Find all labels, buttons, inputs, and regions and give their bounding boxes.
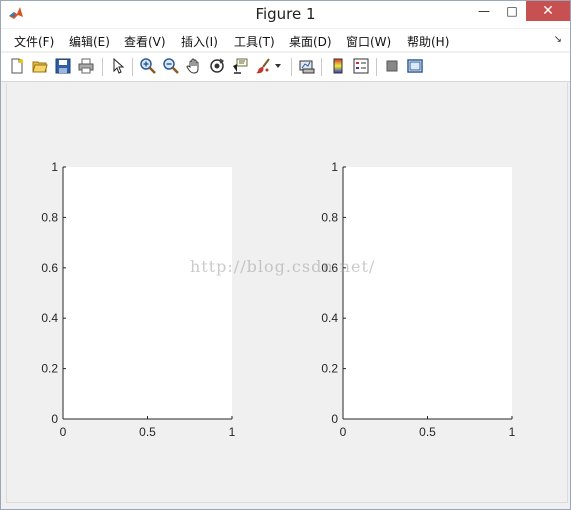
y-tick-label: 0.2	[321, 362, 338, 376]
toolbar-separator	[291, 58, 292, 76]
menu-bar: 文件(F) 编辑(E) 查看(V) 插入(I) 工具(T) 桌面(D) 窗口(W…	[1, 29, 570, 51]
legend-icon[interactable]	[352, 57, 370, 75]
minimize-button[interactable]: —	[469, 1, 499, 21]
y-tick-label: 0.2	[41, 362, 58, 376]
open-file-icon[interactable]	[31, 57, 49, 75]
new-figure-icon[interactable]	[8, 57, 26, 75]
x-tick-label: 0	[340, 425, 347, 439]
menu-file[interactable]: 文件(F)	[14, 33, 54, 50]
y-tick-label: 0.4	[321, 311, 338, 325]
y-tick-label: 0.4	[41, 311, 58, 325]
pointer-icon[interactable]	[109, 57, 127, 75]
x-tick-label: 1	[229, 425, 236, 439]
y-tick-label: 0.8	[41, 210, 58, 224]
figure-window: Figure 1 — □ ✕ 文件(F) 编辑(E) 查看(V) 插入(I) 工…	[0, 0, 571, 510]
colorbar-icon[interactable]	[329, 57, 347, 75]
menu-desktop[interactable]: 桌面(D)	[289, 33, 332, 50]
x-tick-label: 0.5	[139, 425, 156, 439]
pan-hand-icon[interactable]	[185, 57, 203, 75]
subplot-2[interactable]: 00.20.40.60.810 0.5 1	[321, 160, 515, 439]
subplot-1[interactable]: 0 0.2 0.4 0.6 0.8 1 0 0.5 1	[41, 160, 235, 439]
menu-overflow-icon[interactable]: ↘	[554, 34, 562, 45]
maximize-icon: □	[506, 4, 518, 18]
y-tick-label: 0	[331, 412, 338, 426]
watermark-text: http://blog.csdn.net/	[190, 257, 376, 276]
y-tick-label: 0.8	[321, 210, 338, 224]
zoom-out-icon[interactable]	[162, 57, 180, 75]
zoom-in-icon[interactable]	[139, 57, 157, 75]
y-tick-label: 0	[51, 412, 58, 426]
plot-area	[343, 167, 512, 419]
menu-insert[interactable]: 插入(I)	[181, 33, 218, 50]
menu-tools[interactable]: 工具(T)	[234, 33, 275, 50]
show-plot-tools-icon[interactable]	[406, 57, 424, 75]
toolbar-separator	[321, 58, 322, 76]
brush-icon[interactable]	[254, 57, 272, 75]
x-tick-label: 0	[60, 425, 67, 439]
x-tick-label: 1	[509, 425, 516, 439]
menu-edit[interactable]: 编辑(E)	[69, 33, 110, 50]
link-plot-icon[interactable]	[298, 57, 316, 75]
title-bar[interactable]: Figure 1 — □ ✕	[1, 1, 570, 28]
save-icon[interactable]	[54, 57, 72, 75]
brush-dropdown-icon[interactable]	[273, 57, 283, 75]
toolbar-separator	[132, 58, 133, 76]
menu-window[interactable]: 窗口(W)	[346, 33, 391, 50]
data-cursor-icon[interactable]	[231, 57, 249, 75]
plot-area	[63, 167, 232, 419]
toolbar-separator	[102, 58, 103, 76]
close-button[interactable]: ✕	[526, 1, 570, 21]
x-tick-label: 0.5	[419, 425, 436, 439]
print-icon[interactable]	[77, 57, 95, 75]
close-icon: ✕	[542, 3, 554, 19]
menu-help[interactable]: 帮助(H)	[407, 33, 449, 50]
figure-toolbar	[1, 53, 570, 82]
menu-view[interactable]: 查看(V)	[124, 33, 166, 50]
y-tick-label: 0.6	[41, 261, 58, 275]
y-tick-label: 1	[51, 160, 58, 174]
hide-plot-tools-icon[interactable]	[383, 57, 401, 75]
figure-canvas[interactable]: 0 0.2 0.4 0.6 0.8 1 0 0.5 1 0 0.2 0.4 0.6 0.8 1 0 0.5 1	[6, 83, 568, 503]
y-tick-label: 1	[331, 160, 338, 174]
minimize-icon: —	[478, 4, 490, 18]
axes-container: 00.20.40.60.810 0.5 100.20.40.60.810 0.5 1	[41, 160, 515, 439]
toolbar-separator	[376, 58, 377, 76]
maximize-button[interactable]: □	[497, 1, 527, 21]
rotate-3d-icon[interactable]	[208, 57, 226, 75]
